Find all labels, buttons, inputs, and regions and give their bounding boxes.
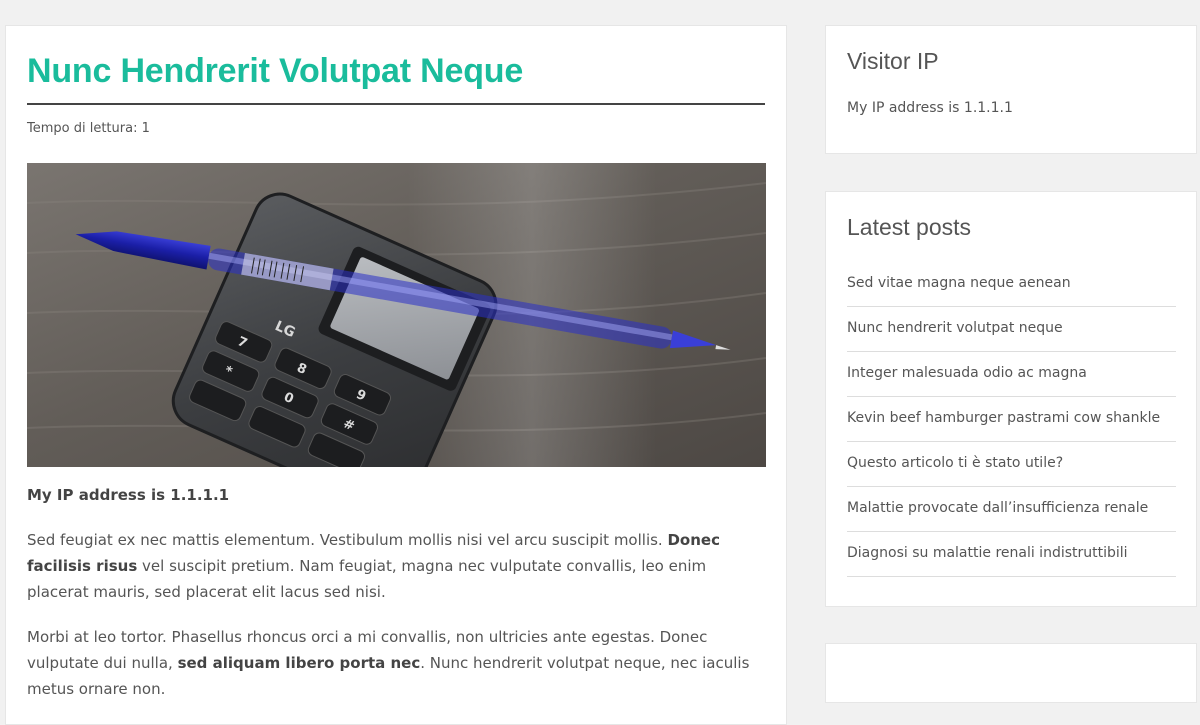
ip-address-text: My IP address is 1.1.1.1	[27, 486, 230, 504]
main-content: Nunc Hendrerit Volutpat Neque Tempo di l…	[5, 25, 787, 725]
post-title[interactable]: Nunc Hendrerit Volutpat Neque	[27, 52, 523, 91]
latest-post-item[interactable]: Questo articolo ti è stato utile?	[847, 442, 1176, 487]
latest-post-link[interactable]: Malattie provocate dall’insufficienza re…	[847, 500, 1148, 516]
widget-title: Visitor IP	[847, 48, 939, 74]
body-paragraph-2: Morbi at leo tortor. Phasellus rhoncus o…	[27, 624, 767, 702]
latest-post-link[interactable]: Diagnosi su malattie renali indistruttib…	[847, 545, 1128, 561]
latest-posts-list: Sed vitae magna neque aenean Nunc hendre…	[847, 262, 1176, 577]
latest-post-link[interactable]: Integer malesuada odio ac magna	[847, 365, 1087, 381]
visitor-ip-text: My IP address is 1.1.1.1	[847, 100, 1013, 116]
latest-post-item[interactable]: Integer malesuada odio ac magna	[847, 352, 1176, 397]
title-divider	[27, 103, 765, 105]
bold-text: sed aliquam libero porta nec	[177, 654, 421, 672]
paragraph-text: Sed feugiat ex nec mattis elementum. Ves…	[27, 531, 668, 549]
widget-title: Latest posts	[847, 214, 972, 240]
latest-post-item[interactable]: Sed vitae magna neque aenean	[847, 262, 1176, 307]
latest-post-item[interactable]: Malattie provocate dall’insufficienza re…	[847, 487, 1176, 532]
phone-and-pen-photo: LG 789 *0#	[27, 163, 766, 467]
ip-paragraph: My IP address is 1.1.1.1	[27, 482, 767, 508]
latest-post-item[interactable]: Nunc hendrerit volutpat neque	[847, 307, 1176, 352]
featured-image: LG 789 * 0 #	[27, 163, 766, 467]
latest-post-link[interactable]: Sed vitae magna neque aenean	[847, 275, 1071, 291]
body-paragraph-1: Sed feugiat ex nec mattis elementum. Ves…	[27, 527, 767, 605]
latest-post-item[interactable]: Diagnosi su malattie renali indistruttib…	[847, 532, 1176, 577]
visitor-ip-widget: Visitor IP My IP address is 1.1.1.1	[825, 25, 1197, 154]
latest-posts-widget: Latest posts Sed vitae magna neque aenea…	[825, 191, 1197, 607]
latest-post-link[interactable]: Kevin beef hamburger pastrami cow shankl…	[847, 410, 1160, 426]
latest-post-item[interactable]: Kevin beef hamburger pastrami cow shankl…	[847, 397, 1176, 442]
sidebar-widget-next	[825, 643, 1197, 703]
latest-post-link[interactable]: Questo articolo ti è stato utile?	[847, 455, 1063, 471]
reading-time: Tempo di lettura: 1	[27, 121, 150, 136]
post-body: My IP address is 1.1.1.1 Sed feugiat ex …	[27, 482, 767, 721]
latest-post-link[interactable]: Nunc hendrerit volutpat neque	[847, 320, 1063, 336]
